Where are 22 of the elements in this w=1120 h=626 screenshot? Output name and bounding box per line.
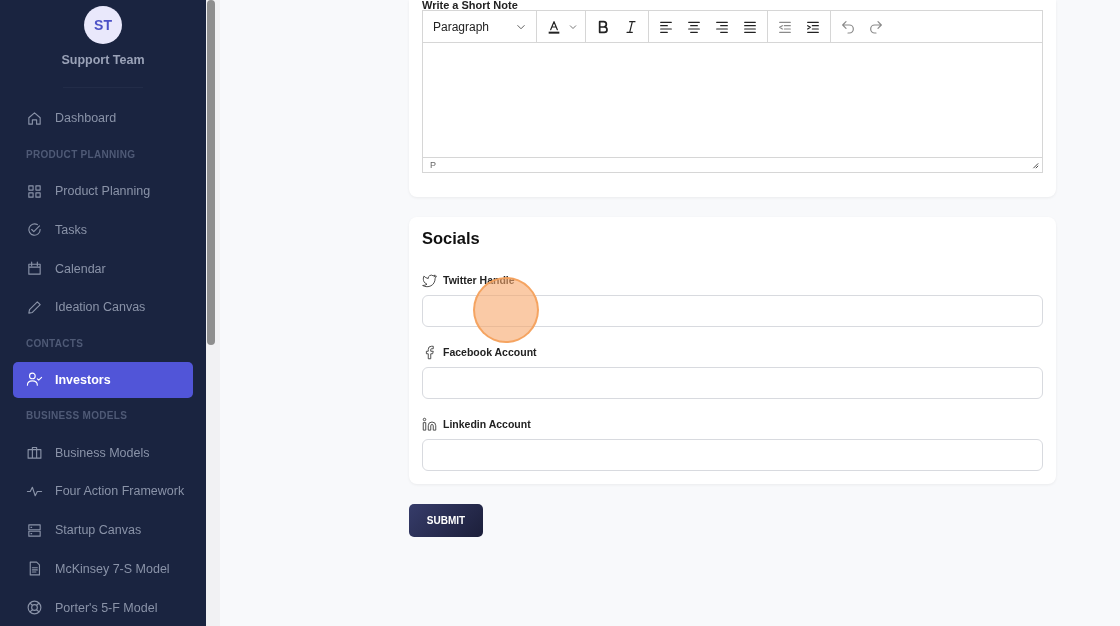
sidebar-item[interactable]: Dashboard <box>13 100 193 137</box>
sidebar-item[interactable]: Business Models <box>13 434 193 471</box>
block-format-dropdown[interactable]: Paragraph <box>427 19 496 34</box>
sidebar-item[interactable]: Tasks <box>13 211 193 249</box>
field-label: Twitter Handle <box>443 274 515 286</box>
rich-text-editor[interactable]: Paragraph P <box>422 10 1043 173</box>
sidebar-item[interactable]: Investors <box>13 361 193 399</box>
sidebar-item[interactable]: Startup Canvas <box>13 511 193 549</box>
sidebar-item[interactable]: Calendar <box>13 250 193 287</box>
field-label: Facebook Account <box>443 346 537 358</box>
field-label: Linkedin Account <box>443 418 531 430</box>
section-title: Socials <box>422 229 481 248</box>
element-path: P <box>430 160 436 170</box>
avatar: ST <box>84 6 122 44</box>
sidebar-item[interactable]: Porter's 5-F Model <box>13 589 193 626</box>
sidebar-item[interactable]: Four Action Framework <box>13 473 193 510</box>
field-label: Write a Short Note <box>422 0 519 10</box>
sidebar-item[interactable]: Product Planning <box>13 172 193 210</box>
sidebar-item[interactable]: McKinsey 7-S Model <box>13 550 193 588</box>
submit-button[interactable]: SUBMIT <box>409 504 483 537</box>
sidebar-item[interactable]: Ideation Canvas <box>13 288 193 326</box>
team-name: Support Team <box>61 53 145 67</box>
